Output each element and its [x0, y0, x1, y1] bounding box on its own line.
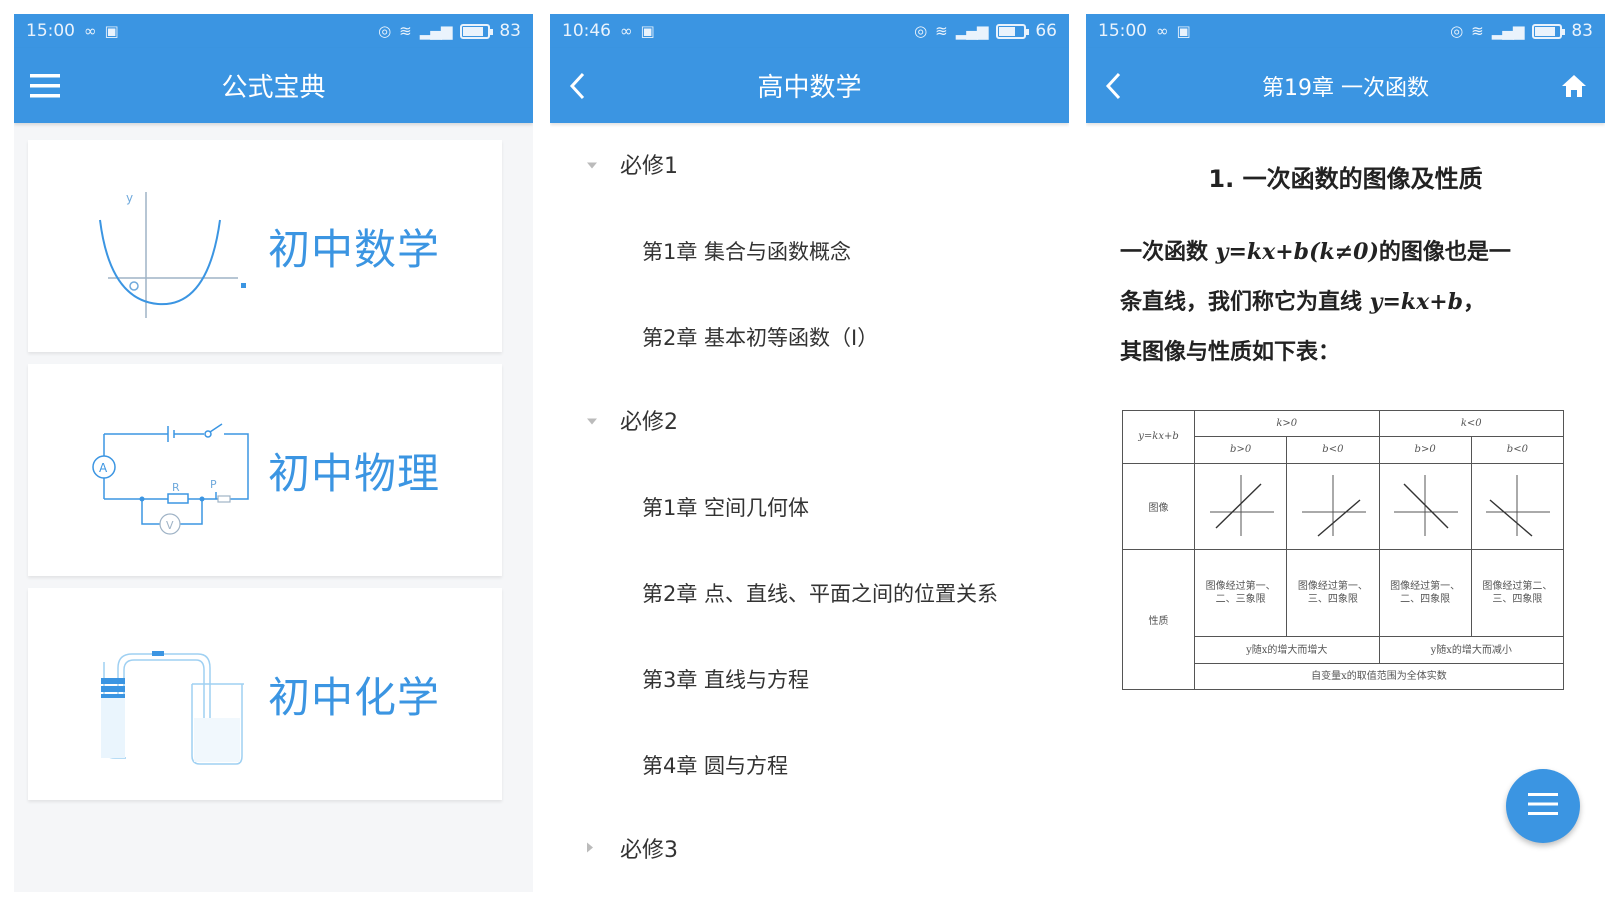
subject-card-math[interactable]: y 初中数学: [28, 140, 502, 352]
chevron-down-icon: [586, 411, 598, 430]
graph-k-pos-b-pos: [1193, 462, 1288, 551]
battery-icon: [996, 23, 1030, 39]
table-cell-k-neg-note: y随x的增大而减小: [1378, 636, 1564, 664]
chapter-item[interactable]: 第2章 点、直线、平面之间的位置关系: [642, 578, 998, 608]
battery-level: 83: [1571, 21, 1593, 41]
table-cell-prop: 图像经过第一、三、四象限: [1286, 549, 1380, 638]
circuit-diagram-illustration: A V R P: [28, 364, 268, 576]
battery-icon: [460, 23, 494, 39]
subject-label: 初中数学: [268, 224, 441, 274]
chevron-down-icon: [586, 155, 598, 174]
back-chevron-icon[interactable]: [1102, 71, 1126, 101]
page-title: 公式宝典: [221, 73, 326, 103]
subject-label: 初中化学: [268, 672, 441, 722]
battery-icon: [1532, 23, 1566, 39]
table-row-label-props: 性质: [1122, 549, 1195, 690]
section-title: 1. 一次函数的图像及性质: [1208, 165, 1483, 193]
table-header-k-pos: k>0: [1194, 409, 1380, 438]
svg-text:V: V: [166, 519, 174, 532]
battery-level: 66: [1035, 21, 1057, 41]
test-tube-apparatus-illustration: [28, 588, 268, 800]
infinity-icon: ∞: [84, 22, 96, 40]
chapter-item[interactable]: 第1章 空间几何体: [642, 492, 809, 522]
vibrate-icon: ◎: [914, 22, 927, 40]
group-label: 必修3: [620, 838, 678, 863]
group-label: 必修2: [620, 410, 678, 435]
group-header-bixiu2[interactable]: 必修2: [550, 400, 1069, 440]
graph-k-neg-b-pos: [1378, 462, 1472, 551]
table-cell-prop: 图像经过第二、三、四象限: [1470, 549, 1565, 638]
formula: y=kx+b(k≠0): [1215, 239, 1379, 265]
page-title: 高中数学: [757, 73, 862, 103]
svg-text:A: A: [99, 461, 108, 475]
table-header-b-neg: b<0: [1470, 436, 1565, 464]
table-cell-bottom-note: 自变量x的取值范围为全体实数: [1194, 662, 1564, 691]
image-notification-icon: ▣: [1176, 22, 1191, 40]
infinity-icon: ∞: [1156, 22, 1168, 40]
paragraph-line-1: 一次函数 y=kx+b(k≠0)的图像也是一: [1120, 239, 1511, 265]
status-time: 15:00: [26, 21, 75, 41]
status-bar: 15:00 ∞ ▣ ◎ ≋ ▂▄▆ 83: [14, 14, 533, 48]
table-cell-prop: 图像经过第一、二、四象限: [1378, 549, 1472, 638]
chapter-item[interactable]: 第3章 直线与方程: [642, 664, 809, 694]
paragraph-line-2: 条直线，我们称它为直线 y=kx+b，: [1120, 289, 1486, 315]
vibrate-icon: ◎: [378, 22, 391, 40]
chapter-item[interactable]: 第2章 基本初等函数（Ⅰ）: [642, 322, 878, 352]
status-bar: 10:46 ∞ ▣ ◎ ≋ ▂▄▆ 66: [550, 14, 1069, 48]
battery-level: 83: [499, 21, 521, 41]
home-icon[interactable]: [1561, 74, 1587, 98]
paragraph-line-3: 其图像与性质如下表：: [1120, 340, 1341, 365]
back-chevron-icon[interactable]: [566, 71, 590, 101]
wifi-icon: ≋: [1471, 22, 1484, 40]
subject-card-physics[interactable]: A V R P 初中物理: [28, 364, 502, 576]
table-row-label-graph: 图像: [1122, 462, 1195, 551]
group-header-bixiu3[interactable]: 必修3: [550, 828, 1069, 868]
chevron-right-icon: [586, 839, 594, 858]
wifi-icon: ≋: [399, 22, 412, 40]
home-screen: 15:00 ∞ ▣ ◎ ≋ ▂▄▆ 83 公式宝典 y 初中数学 A V R P…: [14, 14, 533, 892]
page-title: 第19章 一次函数: [1262, 75, 1429, 101]
image-notification-icon: ▣: [104, 22, 119, 40]
image-notification-icon: ▣: [640, 22, 655, 40]
status-time: 15:00: [1098, 21, 1147, 41]
app-bar: 公式宝典: [14, 48, 533, 123]
menu-fab-button[interactable]: [1506, 769, 1580, 843]
signal-icon: ▂▄▆: [955, 22, 989, 40]
menu-fab-icon: [1527, 792, 1559, 820]
status-bar: 15:00 ∞ ▣ ◎ ≋ ▂▄▆ 83: [1086, 14, 1605, 48]
app-bar: 第19章 一次函数: [1086, 48, 1605, 123]
wifi-icon: ≋: [935, 22, 948, 40]
table-header-k-neg: k<0: [1378, 409, 1564, 438]
table-cell-k-pos-note: y随x的增大而增大: [1194, 636, 1380, 664]
chapter-item[interactable]: 第1章 集合与函数概念: [642, 236, 851, 266]
group-header-bixiu1[interactable]: 必修1: [550, 144, 1069, 184]
chapter-list-screen: 10:46 ∞ ▣ ◎ ≋ ▂▄▆ 66 高中数学 必修1 第1章 集合与函数概…: [550, 14, 1069, 892]
table-header-b-pos: b>0: [1378, 436, 1472, 464]
svg-text:P: P: [210, 478, 217, 491]
formula: y=kx+b: [1369, 289, 1464, 315]
table-header-b-pos: b>0: [1193, 436, 1288, 464]
app-bar: 高中数学: [550, 48, 1069, 123]
table-header-b-neg: b<0: [1286, 436, 1380, 464]
table-cell-prop: 图像经过第一、二、三象限: [1193, 549, 1288, 638]
table-corner: y=kx+b: [1122, 410, 1195, 464]
linear-function-table: y=kx+b k>0 k<0 b>0 b<0 b>0 b<0 图像 性质 图像经…: [1122, 409, 1565, 691]
vibrate-icon: ◎: [1450, 22, 1463, 40]
signal-icon: ▂▄▆: [1491, 22, 1525, 40]
group-label: 必修1: [620, 154, 678, 179]
chapter-item[interactable]: 第4章 圆与方程: [642, 750, 788, 780]
graph-k-pos-b-neg: [1286, 462, 1380, 551]
subject-label: 初中物理: [268, 448, 441, 498]
graph-k-neg-b-neg: [1470, 462, 1565, 551]
parabola-graph-illustration: y: [28, 140, 268, 352]
subject-card-chemistry[interactable]: 初中化学: [28, 588, 502, 800]
content-screen: 15:00 ∞ ▣ ◎ ≋ ▂▄▆ 83 第19章 一次函数 1. 一次函数的图…: [1086, 14, 1605, 892]
infinity-icon: ∞: [620, 22, 632, 40]
status-time: 10:46: [562, 21, 611, 41]
signal-icon: ▂▄▆: [419, 22, 453, 40]
svg-text:y: y: [126, 191, 133, 205]
svg-text:R: R: [172, 481, 180, 494]
hamburger-menu-icon[interactable]: [30, 73, 62, 99]
